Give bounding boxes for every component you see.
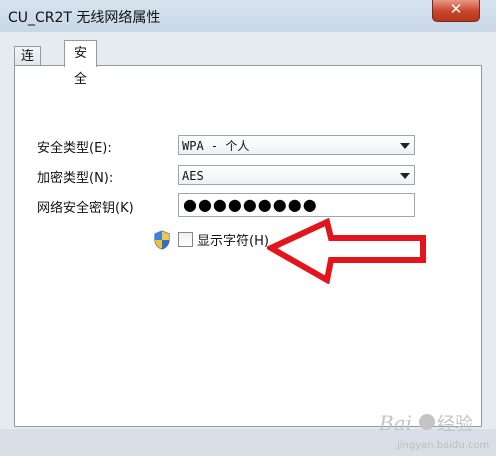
show-characters-checkbox[interactable] (178, 232, 193, 247)
show-characters-label: 显示字符(H) (197, 234, 269, 249)
network-key-label: 网络安全密钥(K) (37, 201, 134, 216)
chevron-down-icon (400, 143, 410, 149)
encryption-type-label: 加密类型(N): (37, 171, 114, 186)
svg-text:经验: 经验 (437, 414, 473, 435)
network-key-value: ●●●●●●●●● (183, 195, 318, 214)
dialog-body: 连接 安全 安全类型(E): WPA - 个人 加密类型(N): AES 网络安… (0, 32, 496, 451)
window-title: CU_CR2T 无线网络属性 (8, 10, 161, 26)
title-bar: CU_CR2T 无线网络属性 ✕ (0, 0, 496, 33)
close-icon: ✕ (449, 0, 463, 18)
security-type-value: WPA - 个人 (182, 139, 250, 153)
baidu-logo-icon: Bai 经验 (378, 411, 473, 435)
svg-text:Bai: Bai (378, 411, 412, 435)
watermark-url: jingyan.baidu.com (397, 440, 490, 451)
network-key-field[interactable]: ●●●●●●●●● (178, 193, 415, 217)
close-button[interactable]: ✕ (432, 0, 480, 22)
chevron-down-icon (400, 173, 410, 179)
tab-security-label: 安全 (74, 46, 88, 87)
red-arrow-annotation (267, 218, 426, 284)
tab-security[interactable]: 安全 (64, 40, 98, 87)
baidu-watermark: Bai 经验 jingyan.baidu.com (377, 406, 496, 456)
uac-shield-icon (154, 230, 170, 250)
security-type-label: 安全类型(E): (37, 141, 112, 156)
encryption-type-value: AES (182, 169, 204, 183)
tab-connection[interactable]: 连接 (14, 46, 42, 84)
security-type-dropdown[interactable]: WPA - 个人 (178, 135, 415, 155)
encryption-type-dropdown[interactable]: AES (178, 165, 415, 185)
security-panel: 安全类型(E): WPA - 个人 加密类型(N): AES 网络安全密钥(K)… (14, 65, 489, 451)
